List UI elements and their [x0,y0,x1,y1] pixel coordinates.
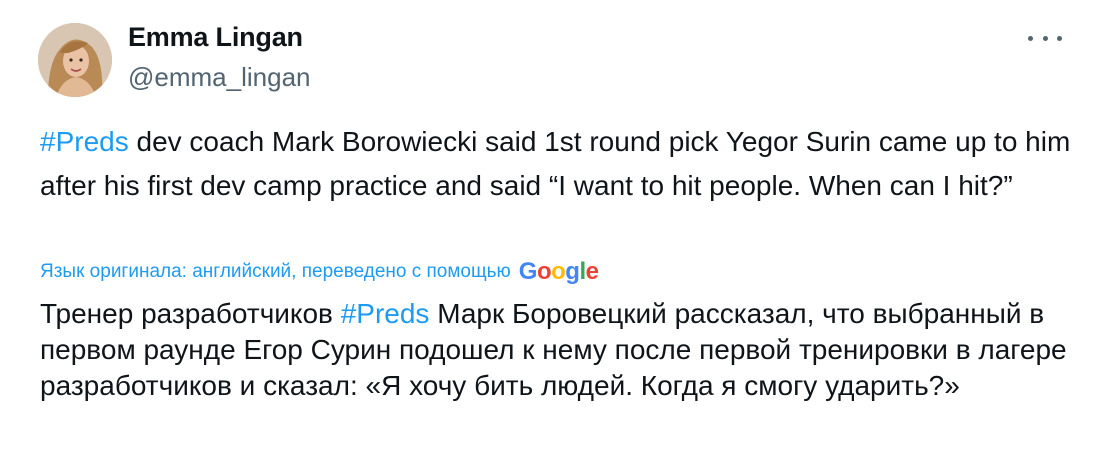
tweet-text-body: dev coach Mark Borowiecki said 1st round… [40,126,1071,201]
more-dot [1042,35,1048,41]
translation-note[interactable]: Язык оригинала: английский, переведено с… [40,258,599,286]
google-letter: o [536,258,552,285]
more-dot [1028,35,1033,41]
google-letter: g [565,258,580,285]
author-handle[interactable]: @emma_lingan [128,62,310,93]
translated-text-start: Тренер разработчиков [40,298,341,329]
translation-note-label: Язык оригинала: английский, переведено с… [40,261,511,282]
more-dot [1057,35,1062,41]
translated-text: Тренер разработчиков #Preds Марк Боровец… [40,296,1070,404]
avatar[interactable] [38,23,112,97]
google-letter: e [585,258,599,285]
tweet-card: Emma Lingan @emma_lingan #Preds dev coac… [0,0,1114,474]
author-name[interactable]: Emma Lingan [128,22,303,53]
tweet-text: #Preds dev coach Mark Borowiecki said 1s… [40,120,1080,208]
more-horizontal-icon[interactable] [1028,28,1062,48]
google-letter: G [518,258,538,285]
google-letter: o [551,258,566,285]
translated-hashtag-link[interactable]: #Preds [341,298,430,329]
google-logo: Google [519,258,599,286]
hashtag-link[interactable]: #Preds [40,126,129,157]
